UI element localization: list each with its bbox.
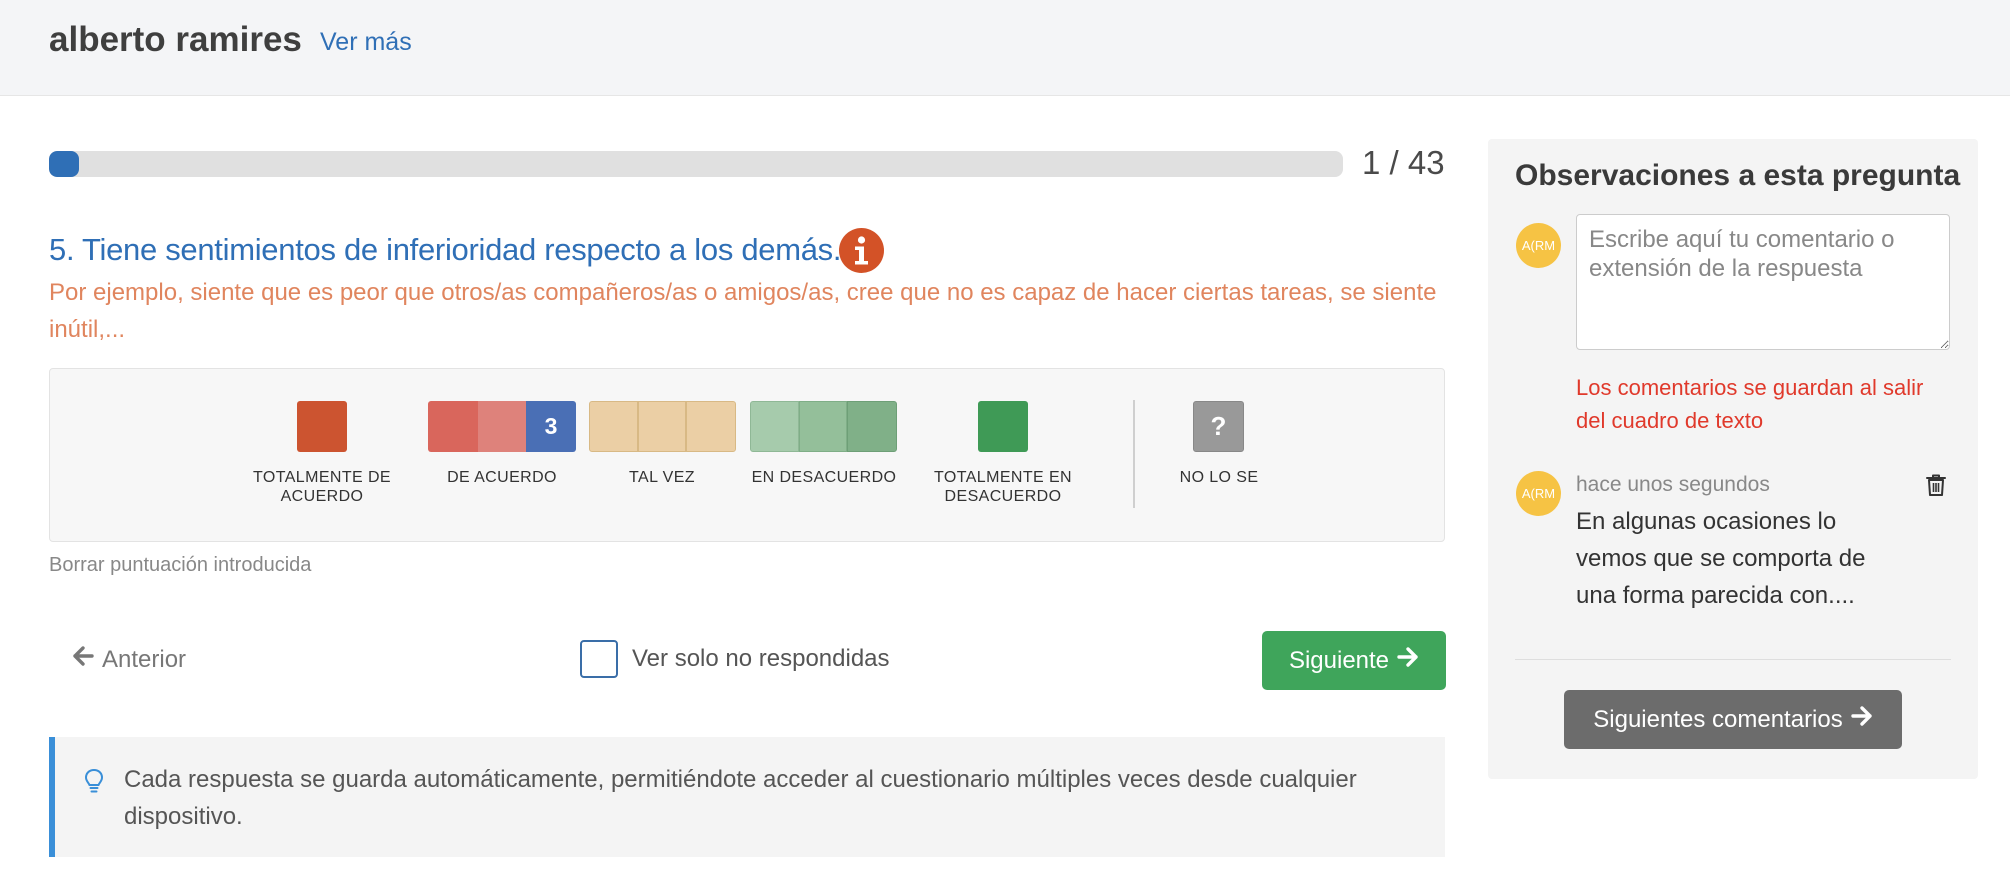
progress-fill bbox=[49, 151, 79, 177]
previous-label: Anterior bbox=[102, 645, 187, 673]
comment-avatar: A(RM bbox=[1516, 471, 1561, 516]
next-label: Siguiente bbox=[1288, 646, 1390, 674]
ver-mas-link[interactable]: Ver más bbox=[320, 28, 412, 57]
scale-option-tal-vez-1[interactable] bbox=[589, 401, 638, 452]
only-unanswered-checkbox[interactable] bbox=[580, 640, 618, 678]
progress-count: 1 / 43 bbox=[1362, 144, 1445, 181]
info-icon[interactable] bbox=[839, 228, 884, 273]
scale-option-de-acuerdo-2[interactable] bbox=[478, 401, 526, 452]
arrow-left-icon bbox=[72, 645, 94, 674]
trash-icon[interactable] bbox=[1925, 473, 1947, 502]
panel-divider bbox=[1515, 659, 1951, 660]
question-title: 5. Tiene sentimientos de inferioridad re… bbox=[49, 232, 842, 267]
scale-option-tal-vez-3[interactable] bbox=[686, 401, 736, 452]
scale-label-totalmente-de-acuerdo: TOTALMENTE DE ACUERDO bbox=[253, 469, 391, 505]
scale-label-de-acuerdo: DE ACUERDO bbox=[447, 469, 557, 486]
scale-label-totalmente-en-desacuerdo: TOTALMENTE EN DESACUERDO bbox=[934, 469, 1072, 505]
scale-option-tal-vez-2[interactable] bbox=[638, 401, 686, 452]
comment-input[interactable] bbox=[1576, 214, 1950, 350]
arrow-right-icon bbox=[1851, 705, 1873, 734]
observations-title: Observaciones a esta pregunta bbox=[1515, 159, 1961, 192]
scale-option-en-desacuerdo-1[interactable] bbox=[750, 401, 799, 452]
comment-text: En algunas ocasiones lo vemos que se com… bbox=[1576, 508, 1866, 609]
comment-timestamp: hace unos segundos bbox=[1576, 473, 1770, 496]
progress-bar bbox=[49, 151, 1343, 177]
more-comments-button[interactable]: Siguientes comentarios bbox=[1564, 690, 1902, 749]
arrow-right-icon bbox=[1397, 646, 1419, 675]
scale-label-no-lo-se: NO LO SE bbox=[1179, 469, 1259, 486]
scale-label-tal-vez: TAL VEZ bbox=[629, 469, 695, 486]
next-button[interactable]: Siguiente bbox=[1262, 631, 1446, 690]
previous-button[interactable]: Anterior bbox=[72, 645, 186, 674]
observations-panel: Observaciones a esta pregunta A(RM Los c… bbox=[1488, 139, 1978, 779]
only-unanswered-label: Ver solo no respondidas bbox=[632, 645, 890, 672]
save-warning: Los comentarios se guardan al salir del … bbox=[1576, 375, 1924, 433]
scale-option-de-acuerdo-selected[interactable]: 3 bbox=[526, 401, 576, 452]
clear-score-link[interactable]: Borrar puntuación introducida bbox=[49, 554, 311, 577]
avatar: A(RM bbox=[1516, 223, 1561, 268]
user-name: alberto ramires bbox=[49, 20, 302, 59]
lightbulb-icon bbox=[84, 768, 104, 799]
question-hint: Por ejemplo, siente que es peor que otro… bbox=[49, 279, 1437, 343]
scale-option-en-desacuerdo-2[interactable] bbox=[799, 401, 847, 452]
scale-option-no-lo-se[interactable]: ? bbox=[1193, 401, 1244, 452]
answer-scale bbox=[49, 368, 1445, 542]
only-unanswered-toggle[interactable]: Ver solo no respondidas bbox=[580, 640, 890, 678]
autosave-notice: Cada respuesta se guarda automáticamente… bbox=[49, 737, 1445, 857]
scale-divider bbox=[1133, 400, 1135, 508]
scale-option-totalmente-de-acuerdo[interactable] bbox=[297, 401, 347, 452]
scale-option-totalmente-en-desacuerdo[interactable] bbox=[978, 401, 1028, 452]
more-comments-label: Siguientes comentarios bbox=[1593, 705, 1843, 733]
top-bar: alberto ramires Ver más bbox=[0, 0, 2010, 96]
scale-option-en-desacuerdo-3[interactable] bbox=[847, 401, 897, 452]
scale-label-en-desacuerdo: EN DESACUERDO bbox=[751, 469, 897, 486]
scale-option-de-acuerdo-1[interactable] bbox=[428, 401, 478, 452]
notice-text: Cada respuesta se guarda automáticamente… bbox=[124, 766, 1357, 830]
